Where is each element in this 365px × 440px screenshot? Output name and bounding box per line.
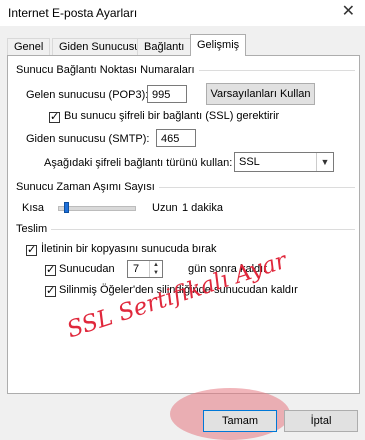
timeout-slider-track[interactable] [58,206,136,211]
remove-after-days-stepper[interactable]: 7 ▲ ▼ [127,260,163,278]
incoming-server-label: Gelen sunucusu (POP3): [26,89,149,101]
timeout-slider-thumb[interactable] [64,202,70,213]
tab-giden-sunucusu[interactable]: Giden Sunucusu [52,38,148,55]
timeout-group-heading: Sunucu Zaman Aşımı Sayısı [16,181,159,193]
tab-gelismis[interactable]: Gelişmiş [190,34,247,56]
use-defaults-button[interactable]: Varsayılanları Kullan [206,83,315,105]
ok-button[interactable]: Tamam [203,410,277,432]
remove-after-label: Sunucudan [59,263,115,275]
timeout-long-label: Uzun [152,202,178,214]
leave-copy-label: İletinin bir kopyasını sunucuda bırak [41,243,217,255]
tab-genel[interactable]: Genel [7,38,51,55]
ssl-required-checkbox[interactable] [49,110,60,123]
outgoing-port-input[interactable]: 465 [156,129,196,147]
stepper-arrows-icon[interactable]: ▲ ▼ [149,261,162,277]
ports-group-heading: Sunucu Bağlantı Noktası Numaraları [16,64,199,76]
tab-baglanti[interactable]: Bağlantı [137,38,192,55]
outgoing-server-label: Giden sunucusu (SMTP): [26,133,150,145]
title-bar: Internet E-posta Ayarları ✕ [0,0,365,26]
remove-after-checkbox[interactable] [45,263,56,276]
ssl-required-label: Bu sunucu şifreli bir bağlantı (SSL) ger… [64,110,280,122]
encryption-type-select[interactable]: SSL ▼ [234,152,334,172]
encryption-type-label: Aşağıdaki şifreli bağlantı türünü kullan… [44,157,233,169]
remove-deleted-checkbox[interactable] [45,284,56,297]
cancel-button[interactable]: İptal [284,410,358,432]
chevron-down-icon[interactable]: ▼ [316,153,333,171]
incoming-port-input[interactable]: 995 [147,85,187,103]
timeout-value: 1 dakika [182,202,223,214]
delivery-group-heading: Teslim [16,223,52,235]
leave-copy-checkbox[interactable] [26,243,37,256]
close-icon[interactable]: ✕ [342,3,355,21]
advanced-panel: Sunucu Bağlantı Noktası Numaraları Gelen… [7,55,360,394]
delivery-group-line [20,229,355,230]
remove-after-days-value: 7 [133,263,140,275]
window-title: Internet E-posta Ayarları [8,6,138,20]
timeout-short-label: Kısa [22,202,45,214]
encryption-type-value: SSL [239,156,260,168]
